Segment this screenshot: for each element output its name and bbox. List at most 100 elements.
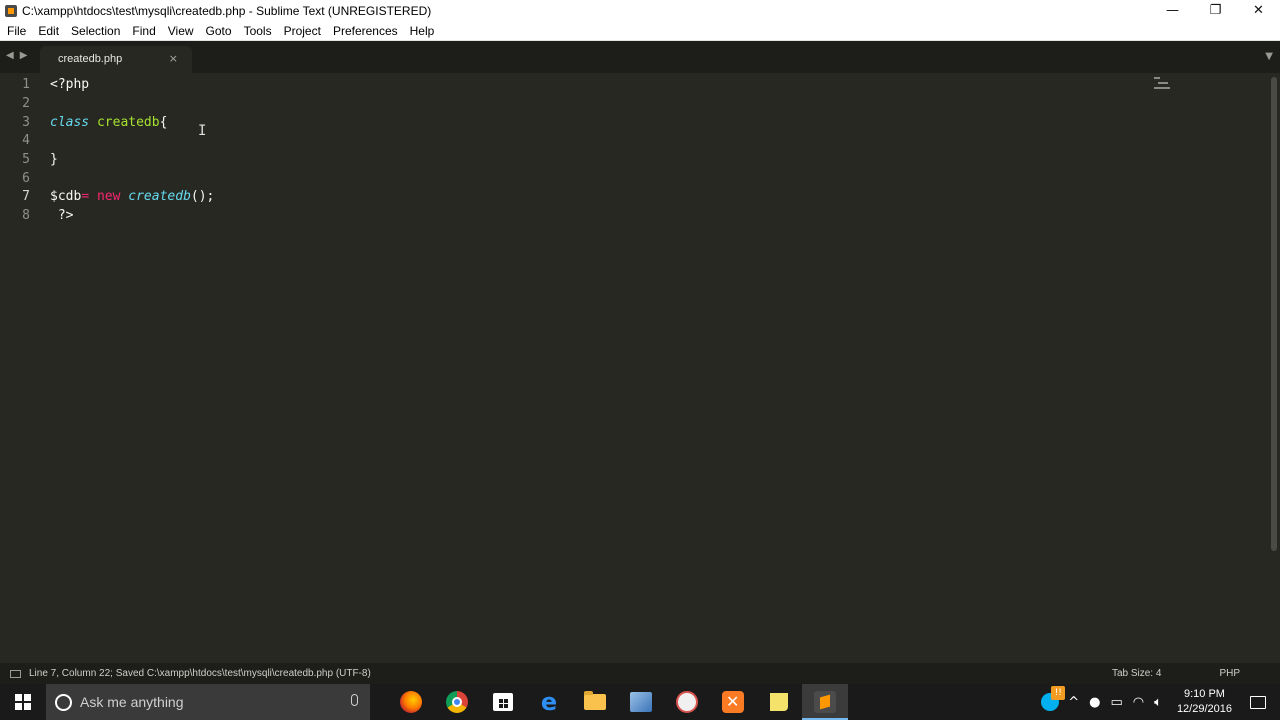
taskbar-file-explorer[interactable] (572, 684, 618, 720)
cortana-search-box[interactable]: Ask me anything (46, 684, 370, 720)
class-keyword: class (50, 115, 90, 130)
line-number: 5 (22, 152, 30, 167)
menu-find[interactable]: Find (127, 24, 160, 38)
line-number: 6 (22, 171, 30, 186)
cortana-icon (55, 693, 72, 711)
show-hidden-icons-icon[interactable]: ^ (1068, 695, 1079, 710)
edge-icon: e (540, 688, 558, 716)
taskbar-store[interactable] (480, 684, 526, 720)
open-brace: { (159, 115, 168, 130)
sublime-app-icon[interactable] (5, 4, 17, 17)
search-placeholder: Ask me anything (80, 694, 184, 710)
taskbar-firefox[interactable] (388, 684, 434, 720)
tab-createdb[interactable]: createdb.php × (40, 46, 192, 73)
sublime-text-icon (814, 691, 836, 713)
menu-bar: File Edit Selection Find View Goto Tools… (0, 21, 1280, 41)
panel-toggle-icon[interactable] (10, 669, 21, 678)
minimap[interactable] (1154, 77, 1172, 92)
close-button[interactable]: ✕ (1237, 0, 1280, 21)
chrome-icon (446, 691, 468, 713)
menu-selection[interactable]: Selection (66, 24, 125, 38)
clock-date: 12/29/2016 (1176, 703, 1232, 715)
menu-help[interactable]: Help (405, 24, 440, 38)
firefox-icon (400, 691, 422, 713)
title-bar: C:\xampp\htdocs\test\mysqli\createdb.php… (0, 0, 1280, 21)
class-name: createdb (96, 115, 160, 130)
new-keyword: new (96, 189, 121, 204)
status-message: Line 7, Column 22; Saved C:\xampp\htdocs… (29, 668, 371, 679)
code-line-1: <?php (50, 75, 89, 94)
taskbar-sticky-notes[interactable] (756, 684, 802, 720)
tab-dropdown-icon[interactable]: ▼ (1265, 51, 1273, 62)
scrollbar-thumb[interactable] (1271, 77, 1277, 551)
code-editor[interactable]: 1 2 3 4 5 6 7 8 <?php class createdb{ } … (0, 73, 1268, 663)
line-number: 1 (22, 77, 30, 92)
skype-badge: !! (1051, 686, 1066, 700)
taskbar-edge[interactable]: e (526, 684, 572, 720)
network-icon (630, 692, 652, 712)
line-number: 3 (22, 115, 30, 130)
menu-preferences[interactable]: Preferences (328, 24, 403, 38)
wifi-icon[interactable]: ◠ (1133, 695, 1144, 710)
xampp-icon (722, 691, 744, 713)
menu-goto[interactable]: Goto (201, 24, 237, 38)
window-title: C:\xampp\htdocs\test\mysqli\createdb.php… (22, 3, 432, 18)
assign-operator: = (81, 189, 90, 204)
windows-logo-icon (15, 694, 31, 710)
tab-size-indicator[interactable]: Tab Size: 4 (1112, 668, 1161, 679)
taskbar-chrome[interactable] (434, 684, 480, 720)
line-number: 2 (22, 96, 30, 111)
action-center-icon[interactable] (1250, 695, 1266, 709)
file-explorer-icon (584, 691, 606, 710)
code-line-8: ?> (50, 206, 74, 225)
minimize-button[interactable]: — (1151, 0, 1194, 21)
system-tray: !! ^ ● ▭ ◠ 🔈︎ 9:10 PM 12/29/2016 (1041, 684, 1280, 720)
window-controls: — ❐ ✕ (1151, 0, 1280, 21)
tab-bar: ◀ ▶ createdb.php × ▼ (0, 41, 1280, 73)
taskbar-xampp[interactable] (710, 684, 756, 720)
microphone-icon[interactable] (351, 694, 358, 706)
taskbar-network[interactable] (618, 684, 664, 720)
taskbar-sublime-text[interactable] (802, 684, 848, 720)
minimap-line (1158, 82, 1168, 84)
menu-view[interactable]: View (163, 24, 199, 38)
call-parens: (); (190, 189, 215, 204)
php-open-tag: <?php (50, 77, 90, 92)
menu-file[interactable]: File (2, 24, 31, 38)
volume-icon[interactable]: 🔈︎ (1154, 695, 1162, 710)
tab-navigation: ◀ ▶ (6, 50, 27, 61)
battery-icon[interactable]: ▭ (1110, 695, 1122, 710)
tab-close-icon[interactable]: × (169, 52, 178, 65)
taskbar-apps: e (388, 684, 848, 720)
menu-project[interactable]: Project (279, 24, 326, 38)
tab-label: createdb.php (58, 53, 123, 65)
minimap-line (1154, 87, 1170, 89)
restore-button[interactable]: ❐ (1194, 0, 1237, 21)
code-line-5: } (50, 150, 58, 169)
adobe-icon (676, 691, 698, 713)
variable-cdb: $cdb (50, 189, 82, 204)
menu-edit[interactable]: Edit (33, 24, 64, 38)
tab-prev-icon[interactable]: ◀ (6, 50, 14, 61)
syntax-indicator[interactable]: PHP (1219, 668, 1240, 679)
clock-time: 9:10 PM (1183, 688, 1225, 700)
text-cursor-icon: I (198, 123, 207, 139)
code-line-7: $cdb= new createdb(); (50, 187, 214, 206)
start-button[interactable] (0, 684, 46, 720)
tab-next-icon[interactable]: ▶ (20, 50, 28, 61)
store-icon (493, 693, 513, 711)
line-number: 4 (22, 133, 30, 148)
sticky-notes-icon (770, 693, 788, 711)
menu-tools[interactable]: Tools (239, 24, 277, 38)
php-close-tag: ?> (50, 208, 74, 223)
skype-icon[interactable]: !! (1041, 686, 1066, 711)
close-brace: } (50, 152, 58, 167)
status-right: Tab Size: 4 PHP (1112, 663, 1240, 684)
line-number-active: 7 (22, 189, 30, 204)
code-line-3: class createdb{ (50, 113, 167, 132)
system-clock[interactable]: 9:10 PM 12/29/2016 (1177, 687, 1232, 717)
record-icon[interactable]: ● (1089, 695, 1100, 710)
vertical-scrollbar[interactable] (1268, 73, 1280, 663)
status-bar: Line 7, Column 22; Saved C:\xampp\htdocs… (0, 663, 1280, 684)
taskbar-adobe[interactable] (664, 684, 710, 720)
